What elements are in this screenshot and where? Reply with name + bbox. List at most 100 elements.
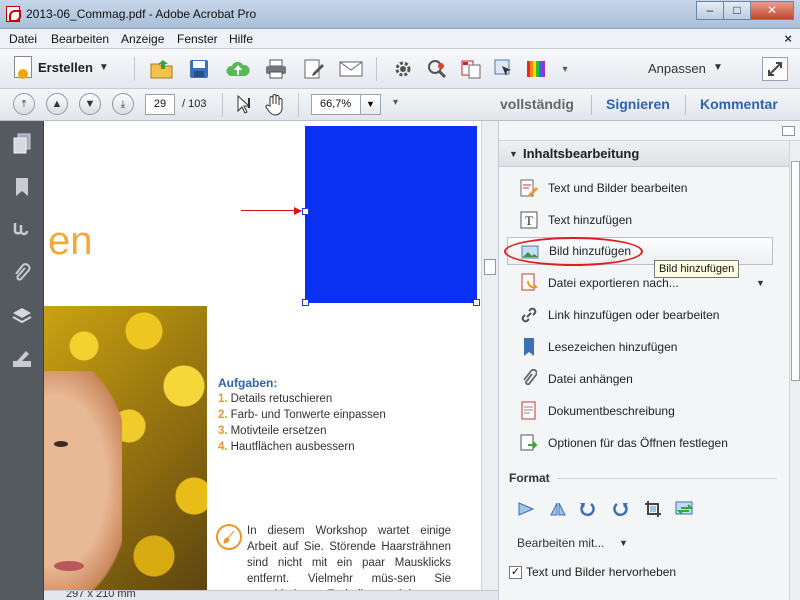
create-button[interactable]: Erstellen ▼ — [14, 56, 109, 79]
tools-icon[interactable] — [11, 348, 33, 370]
resize-handle[interactable] — [302, 299, 309, 306]
bookmarks-icon[interactable] — [11, 176, 33, 198]
save-icon[interactable] — [187, 57, 211, 81]
close-document-button[interactable]: × — [784, 31, 792, 46]
previous-page-icon[interactable]: ▲ — [46, 93, 68, 115]
attach-file-item[interactable]: Datei anhängen — [507, 365, 773, 393]
resize-handle[interactable] — [302, 208, 309, 215]
tasks-heading: Aufgaben: — [218, 376, 278, 390]
hand-tool-icon[interactable] — [263, 93, 287, 117]
menu-fenster[interactable]: Fenster — [177, 32, 218, 46]
bookmark-item[interactable]: Lesezeichen hinzufügen — [507, 333, 773, 361]
convert-icon[interactable] — [459, 57, 483, 81]
attachments-icon[interactable] — [11, 262, 33, 284]
first-page-icon[interactable]: ⤒ — [13, 93, 35, 115]
annotation-arrow — [241, 210, 301, 211]
add-text-item[interactable]: T Text hinzufügen — [507, 206, 773, 234]
tools-panel: ▼ Inhaltsbearbeitung Text und Bilder bea… — [498, 121, 800, 600]
close-button[interactable]: ✕ — [750, 1, 794, 20]
menu-bearbeiten[interactable]: Bearbeiten — [51, 32, 109, 46]
scrollbar-thumb[interactable] — [484, 259, 496, 275]
page-number-input[interactable]: 29 — [145, 94, 175, 115]
stamp-icon[interactable] — [425, 57, 449, 81]
maximize-button[interactable]: □ — [723, 1, 751, 20]
customize-button[interactable]: Anpassen — [648, 61, 706, 76]
edit-icon[interactable] — [302, 57, 326, 81]
annotation-arrow-head — [294, 207, 302, 215]
annotation-highlight-ellipse — [504, 237, 643, 266]
portrait-eye — [54, 441, 68, 447]
highlight-checkbox[interactable]: ✓ — [509, 565, 522, 579]
edit-text-images-item[interactable]: Text und Bilder bearbeiten — [507, 174, 773, 202]
toolbar-separator — [222, 93, 223, 117]
document-description-item[interactable]: Dokumentbeschreibung — [507, 397, 773, 425]
zoom-input[interactable]: 66,7% — [311, 94, 361, 115]
page-thumbnails-icon[interactable] — [11, 133, 33, 155]
title-bar: 2013-06_Commag.pdf - Adobe Acrobat Pro –… — [0, 0, 800, 29]
task-item: 1. Details retuschieren — [218, 393, 333, 405]
flip-horizontal-icon[interactable] — [515, 498, 537, 520]
expand-icon[interactable] — [762, 57, 788, 81]
paperclip-icon — [519, 369, 539, 389]
menu-anzeige[interactable]: Anzeige — [121, 32, 164, 46]
open-options-item[interactable]: Optionen für das Öffnen festlegen — [507, 429, 773, 457]
document-description-icon — [519, 401, 539, 421]
task-item: 2. Farb- und Tonwerte einpassen — [218, 409, 386, 421]
rotate-left-icon[interactable] — [577, 498, 599, 520]
add-text-icon: T — [519, 210, 539, 230]
gear-icon[interactable] — [391, 57, 415, 81]
highlight-text-images-option[interactable]: ✓ Text und Bilder hervorheben — [509, 565, 676, 579]
open-options-icon — [519, 433, 539, 453]
rotate-right-icon[interactable] — [609, 498, 631, 520]
status-bar: 297 x 210 mm — [44, 590, 498, 600]
upload-icon[interactable] — [226, 57, 250, 81]
open-icon[interactable] — [150, 57, 174, 81]
panel-scrollbar-thumb[interactable] — [791, 161, 800, 381]
resize-handle[interactable] — [473, 299, 480, 306]
create-label: Erstellen — [38, 59, 93, 75]
selected-image-placeholder[interactable] — [305, 126, 477, 303]
layers-icon[interactable] — [11, 305, 33, 327]
signatures-icon[interactable] — [11, 219, 33, 241]
document-page[interactable]: en Aufgaben: 1. Details retuschieren 2. Fa… — [44, 121, 481, 590]
flip-vertical-icon[interactable] — [547, 498, 569, 520]
toolbar-separator — [376, 57, 377, 81]
workshop-paragraph: In diesem Workshop wartet einige Arbeit … — [247, 525, 451, 590]
crop-icon[interactable] — [642, 498, 664, 520]
more-tools-icon[interactable]: ▾ — [553, 57, 577, 81]
chevron-down-icon: ▼ — [619, 538, 628, 548]
collapse-triangle-icon: ▼ — [509, 149, 518, 159]
zoom-dropdown-icon[interactable]: ▼ — [360, 94, 381, 115]
content-editing-section-header[interactable]: ▼ Inhaltsbearbeitung — [499, 141, 789, 167]
menu-datei[interactable]: Datei — [9, 32, 37, 46]
chevron-down-icon: ▼ — [713, 62, 723, 73]
replace-image-icon[interactable] — [674, 498, 696, 520]
menu-hilfe[interactable]: Hilfe — [229, 32, 253, 46]
navigation-pane — [0, 121, 44, 600]
email-icon[interactable] — [339, 57, 363, 81]
panel-scrollbar[interactable] — [789, 141, 800, 600]
window-controls: – □ ✕ — [696, 1, 794, 20]
color-icon[interactable] — [524, 57, 548, 81]
page-headline: en — [48, 219, 93, 263]
more-nav-tools-icon[interactable]: ▾ — [393, 97, 398, 108]
edit-with-dropdown[interactable]: Bearbeiten mit... — [517, 536, 604, 550]
panel-options-icon[interactable] — [782, 126, 795, 136]
tab-vollstaendig[interactable]: vollständig — [500, 96, 574, 112]
menu-bar: Datei Bearbeiten Anzeige Fenster Hilfe × — [0, 29, 800, 49]
highlight-label: Text und Bilder hervorheben — [526, 565, 677, 579]
section-title: Inhaltsbearbeitung — [523, 146, 640, 161]
last-page-icon[interactable]: ⤓ — [112, 93, 134, 115]
minimize-button[interactable]: – — [696, 1, 724, 20]
chevron-down-icon: ▼ — [756, 278, 765, 288]
tab-kommentar[interactable]: Kommentar — [700, 96, 778, 112]
select-icon[interactable] — [492, 57, 516, 81]
chevron-down-icon: ▼ — [98, 61, 109, 73]
select-cursor-icon[interactable] — [232, 93, 256, 117]
portrait-face — [44, 371, 122, 590]
document-scrollbar[interactable] — [481, 121, 498, 590]
next-page-icon[interactable]: ▼ — [79, 93, 101, 115]
link-item[interactable]: Link hinzufügen oder bearbeiten — [507, 301, 773, 329]
tab-signieren[interactable]: Signieren — [606, 96, 670, 112]
print-icon[interactable] — [264, 57, 288, 81]
